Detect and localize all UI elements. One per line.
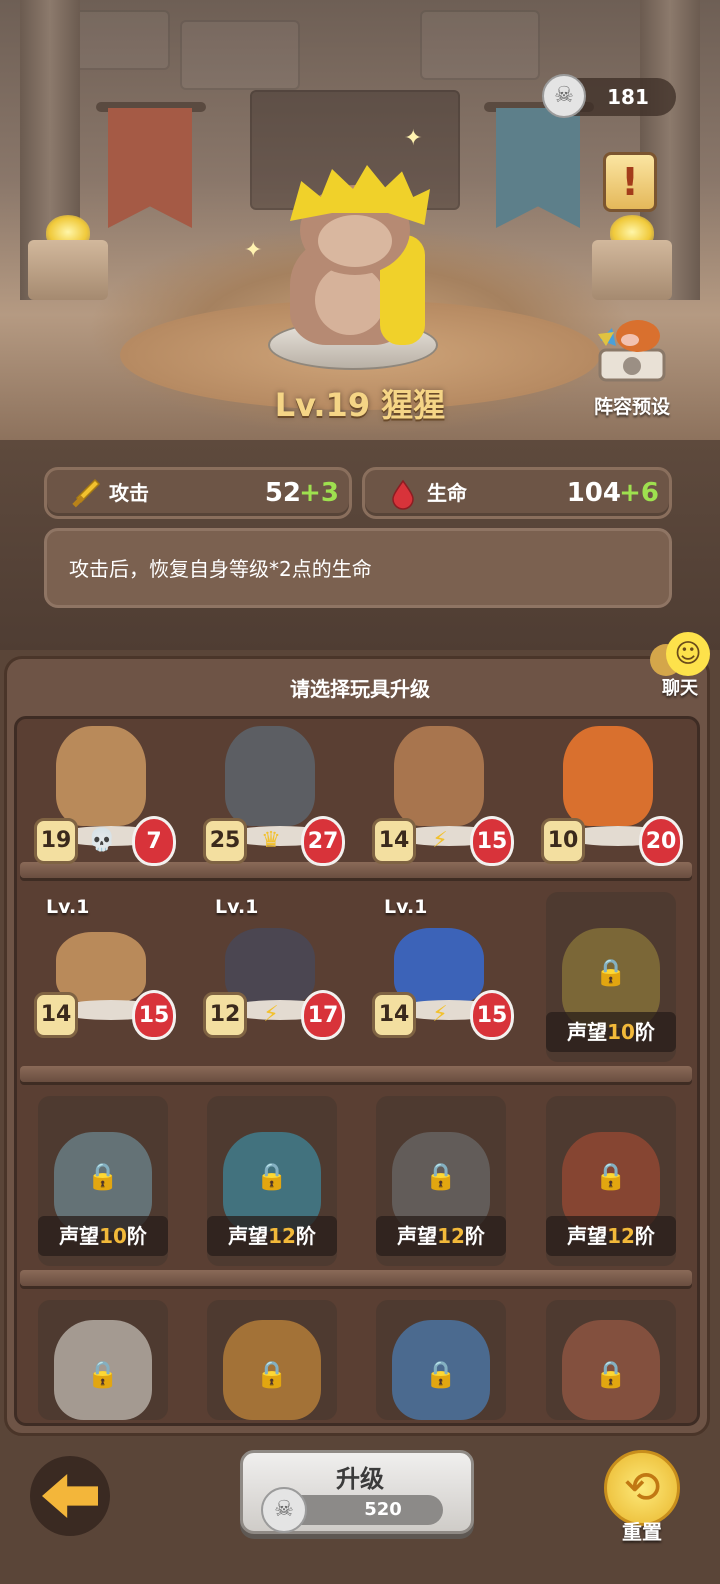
unlock-requirement: 声望12阶 — [207, 1216, 337, 1256]
reset-button[interactable]: ⟲ 重置 — [600, 1450, 684, 1550]
toy-health: 15 — [470, 816, 514, 866]
lock-icon: 🔒 — [594, 958, 628, 988]
lock-icon: 🔒 — [424, 1360, 458, 1390]
lock-icon: 🔒 — [594, 1360, 628, 1390]
locked-toy-card[interactable]: 🔒 声望10阶 — [546, 892, 676, 1062]
smiley-icon: ☺ — [666, 632, 710, 676]
locked-toy-card[interactable]: 🔒 声望12阶 — [546, 1096, 676, 1266]
toy-level: Lv.1 — [215, 896, 259, 918]
locked-toy-card[interactable]: 🔒 — [376, 1300, 506, 1420]
toy-card[interactable]: Lv.1 14 15 — [34, 892, 176, 1062]
cart-icon — [598, 320, 666, 382]
toy-attack: 12 — [203, 992, 247, 1038]
toy-card[interactable]: 19 💀 7 — [34, 718, 176, 888]
toy-card[interactable]: Lv.1 12 ⚡ 17 — [203, 892, 345, 1062]
toy-health: 7 — [132, 816, 176, 866]
upgrade-cost-bar: 520 — [283, 1495, 443, 1525]
attack-value: 52 — [264, 478, 301, 508]
back-arrow-icon — [42, 1474, 98, 1518]
lightning-icon: ⚡ — [432, 828, 448, 853]
brazier-right — [592, 210, 672, 300]
shelf — [20, 1270, 692, 1286]
toy-health: 15 — [132, 990, 176, 1040]
health-bonus: +6 — [619, 478, 659, 508]
lock-icon: 🔒 — [86, 1360, 120, 1390]
locked-toy-card[interactable]: 🔒 — [38, 1300, 168, 1420]
hero-toy-gorilla — [270, 165, 440, 355]
currency-counter: ☠ 181 — [542, 74, 676, 118]
toy-card[interactable]: 25 ♛ 27 — [203, 718, 345, 888]
toy-attack: 25 — [203, 818, 247, 864]
skull-icon: 💀 — [88, 828, 116, 853]
toy-attack: 14 — [34, 992, 78, 1038]
lock-icon: 🔒 — [255, 1162, 289, 1192]
wall-stone — [420, 10, 540, 80]
toy-attack: 14 — [372, 818, 416, 864]
currency-value: 181 — [607, 85, 649, 109]
toy-figure — [225, 726, 315, 826]
lock-icon: 🔒 — [424, 1162, 458, 1192]
unlock-requirement: 声望12阶 — [376, 1216, 506, 1256]
chat-button[interactable]: ☺ 聊天 — [646, 632, 718, 699]
upgrade-cost: 520 — [364, 1499, 402, 1520]
attack-bonus: +3 — [299, 478, 339, 508]
locked-toy-card[interactable]: 🔒 — [546, 1300, 676, 1420]
lightning-icon: ⚡ — [263, 1002, 279, 1027]
brazier-left — [28, 210, 108, 300]
red-banner — [108, 108, 192, 228]
skull-token-icon: ☠ — [261, 1487, 307, 1533]
toy-card[interactable]: 14 ⚡ 15 — [372, 718, 514, 888]
blood-drop-icon — [387, 478, 419, 510]
toy-attack: 10 — [541, 818, 585, 864]
locked-toy-card[interactable]: 🔒 — [207, 1300, 337, 1420]
locked-toy-card[interactable]: 🔒 声望12阶 — [376, 1096, 506, 1266]
lock-icon: 🔒 — [86, 1162, 120, 1192]
sword-icon — [69, 478, 101, 510]
lock-icon: 🔒 — [255, 1360, 289, 1390]
skull-token-icon: ☠ — [542, 74, 586, 118]
shelf — [20, 1066, 692, 1082]
lineup-preset-button[interactable]: 阵容预设 — [586, 310, 678, 420]
toy-attack: 19 — [34, 818, 78, 864]
unlock-requirement: 声望12阶 — [546, 1216, 676, 1256]
toy-health: 27 — [301, 816, 345, 866]
unlock-requirement: 声望10阶 — [546, 1012, 676, 1052]
sparkle-icon: ✦ — [404, 126, 423, 151]
locked-toy-card[interactable]: 🔒 声望12阶 — [207, 1096, 337, 1266]
toy-level: Lv.1 — [384, 896, 428, 918]
toy-health: 15 — [470, 990, 514, 1040]
toy-card[interactable]: 10 20 — [541, 718, 683, 888]
toy-card[interactable]: Lv.1 14 ⚡ 15 — [372, 892, 514, 1062]
wall-stone — [180, 20, 300, 90]
sparkle-icon: ✦ — [244, 238, 263, 263]
info-button[interactable]: ! — [603, 152, 657, 212]
health-value: 104 — [566, 478, 621, 508]
lock-icon: 🔒 — [594, 1162, 628, 1192]
toy-figure — [394, 726, 484, 826]
crown-icon: ♛ — [261, 828, 281, 853]
locked-toy-card[interactable]: 🔒 声望10阶 — [38, 1096, 168, 1266]
toy-health: 17 — [301, 990, 345, 1040]
lightning-icon: ⚡ — [432, 1002, 448, 1027]
health-stat: 生命 104 +6 — [362, 467, 672, 519]
panel-title: 请选择玩具升级 — [290, 677, 430, 701]
toy-figure — [56, 726, 146, 826]
toy-figure — [563, 726, 653, 826]
attack-stat: 攻击 52 +3 — [44, 467, 352, 519]
skill-description: 攻击后，恢复自身等级*2点的生命 — [44, 528, 672, 608]
upgrade-button[interactable]: 升级 520 ☠ — [240, 1450, 474, 1534]
blue-banner — [496, 108, 580, 228]
toy-level: Lv.1 — [46, 896, 90, 918]
unlock-requirement: 声望10阶 — [38, 1216, 168, 1256]
toy-attack: 14 — [372, 992, 416, 1038]
back-button[interactable] — [30, 1456, 110, 1536]
reset-icon: ⟲ — [604, 1450, 680, 1526]
toy-health: 20 — [639, 816, 683, 866]
